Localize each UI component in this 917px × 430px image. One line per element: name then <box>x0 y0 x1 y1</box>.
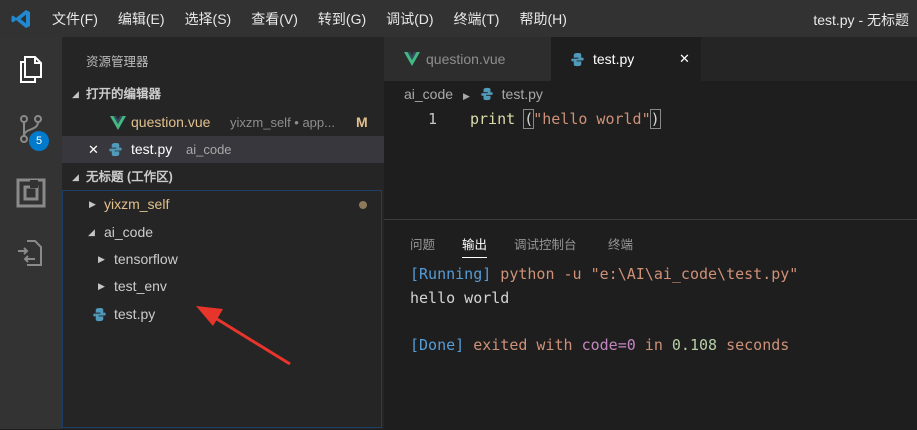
red-annotation-arrow-icon <box>196 306 291 366</box>
